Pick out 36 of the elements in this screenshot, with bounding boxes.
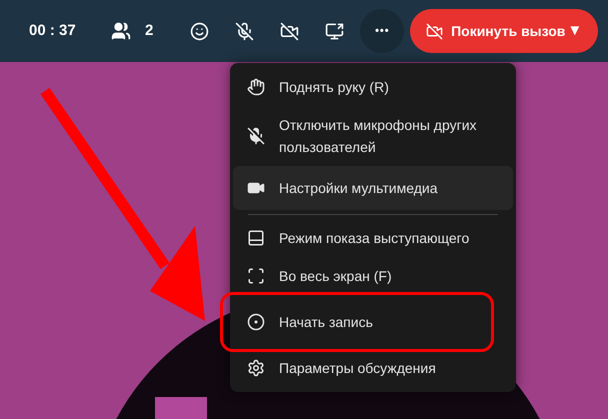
- menu-item[interactable]: Во весь экран (F): [233, 257, 513, 295]
- people-icon: [111, 21, 131, 41]
- hand-icon: [247, 78, 265, 96]
- menu-item[interactable]: Настройки мультимедиа: [233, 166, 513, 210]
- smile-button[interactable]: [189, 21, 210, 41]
- menu-item-label: Параметры обсуждения: [279, 359, 436, 378]
- record-icon: [247, 313, 265, 331]
- leave-call-label: Покинуть вызов: [451, 22, 566, 41]
- settings-icon: [247, 359, 265, 377]
- mic-off-icon: [247, 127, 265, 145]
- menu-item-label: Отключить микрофоны других пользователей: [279, 116, 478, 157]
- presenter-layout-icon: [247, 229, 265, 247]
- menu-item[interactable]: Параметры обсуждения: [233, 349, 513, 387]
- more-button[interactable]: •••: [360, 9, 404, 53]
- mic-off-button[interactable]: [234, 21, 254, 41]
- menu-item[interactable]: Поднять руку (R): [233, 68, 513, 106]
- menu-item[interactable]: Режим показа выступающего: [233, 219, 513, 257]
- camera-off-icon: [426, 22, 444, 40]
- caret-icon: ▼: [567, 20, 582, 42]
- menu-item-label: Настройки мультимедиа: [279, 179, 438, 198]
- menu-item-label: Режим показа выступающего: [279, 229, 470, 248]
- leave-call-button[interactable]: Покинуть вызов▼: [410, 9, 598, 53]
- camera-off-icon: [280, 22, 299, 40]
- menu-item-label: Поднять руку (R): [279, 78, 389, 97]
- fullscreen-icon: [247, 267, 265, 285]
- mic-off-icon: [234, 22, 254, 40]
- menu-item-label: Во весь экран (F): [279, 267, 392, 286]
- call-timer: 00 : 37: [29, 20, 77, 41]
- share-screen-button[interactable]: [324, 21, 344, 41]
- camera-off-button[interactable]: [279, 21, 300, 41]
- menu-item[interactable]: Отключить микрофоны других пользователей: [233, 106, 513, 166]
- smile-icon: [190, 22, 209, 40]
- menu-item[interactable]: Начать запись: [223, 295, 491, 349]
- menu-item-label: Начать запись: [279, 313, 373, 332]
- share-screen-icon: [324, 22, 344, 40]
- participants-button[interactable]: 2: [111, 20, 154, 42]
